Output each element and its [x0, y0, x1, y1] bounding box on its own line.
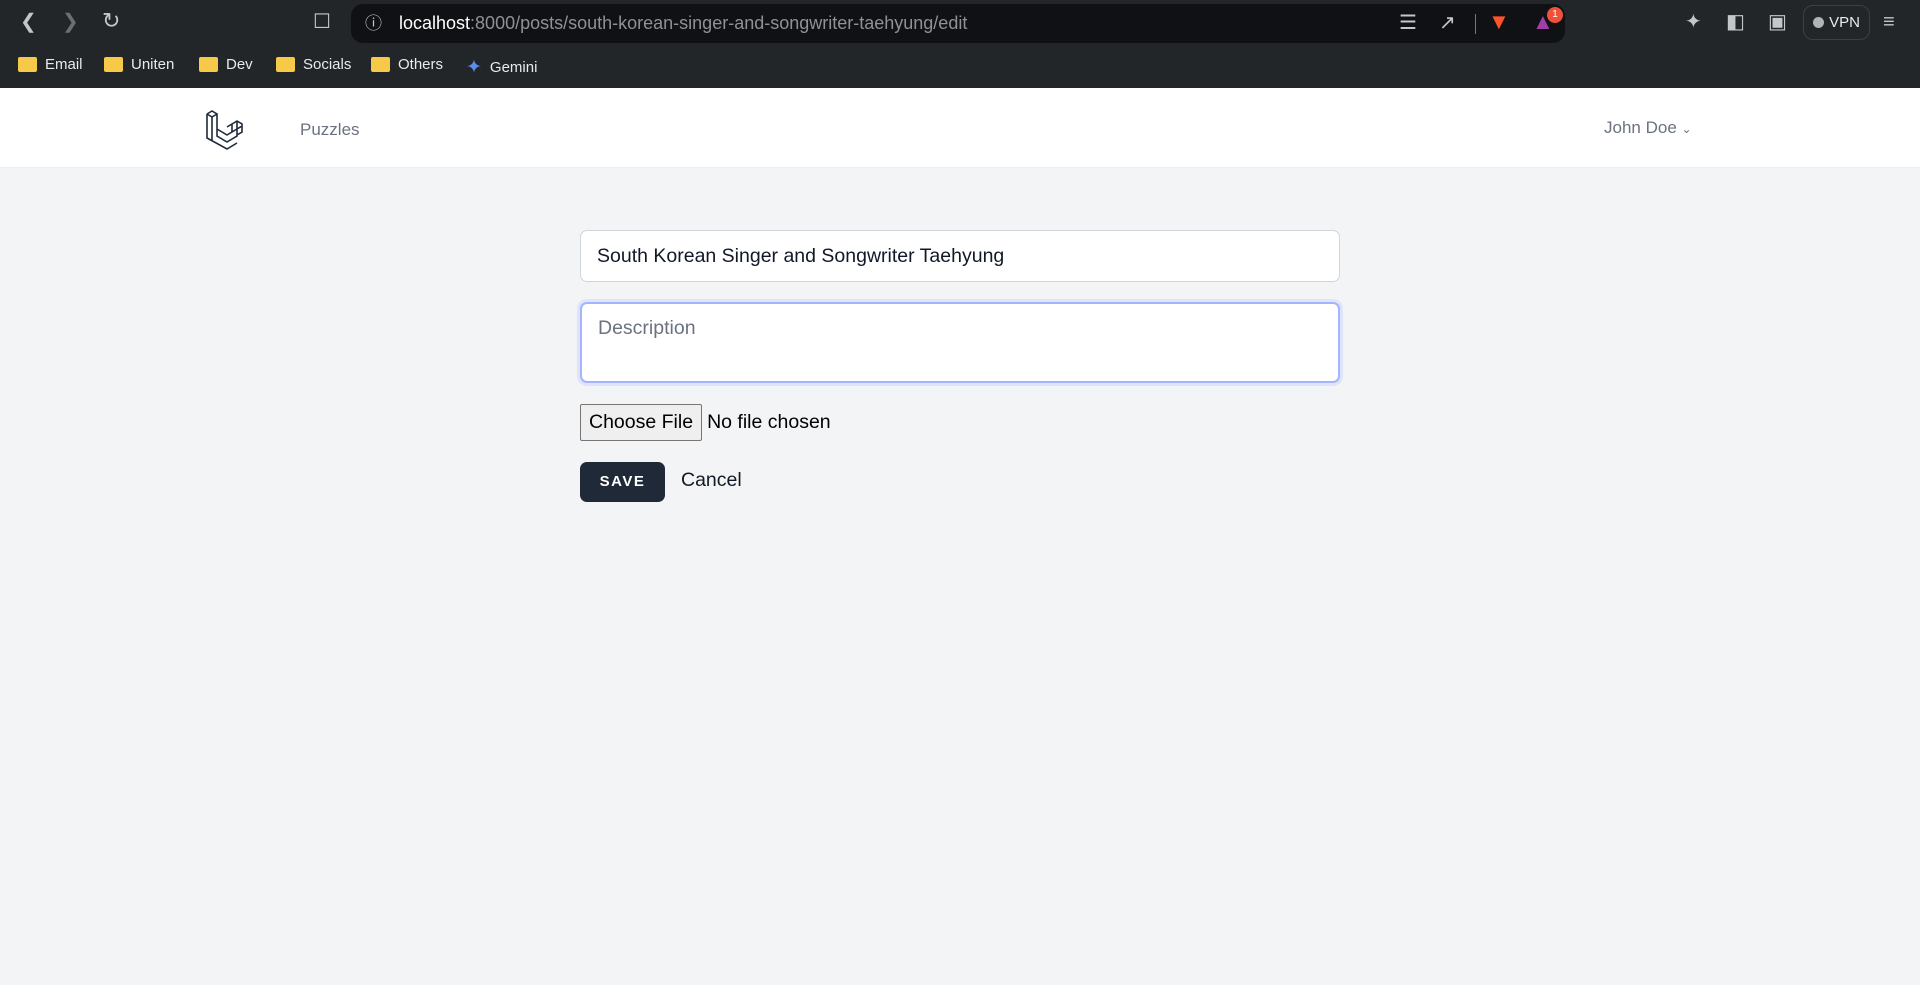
bookmark-gemini[interactable]: ✦ Gemini: [466, 56, 537, 79]
folder-icon: [104, 57, 123, 72]
forward-icon[interactable]: ❯: [62, 12, 79, 32]
description-textarea[interactable]: Description: [580, 302, 1340, 383]
reload-icon[interactable]: ↻: [102, 10, 120, 32]
bookmark-label: Email: [45, 56, 83, 73]
url-path: :8000/posts/south-korean-singer-and-song…: [470, 13, 968, 33]
folder-icon: [371, 57, 390, 72]
chevron-down-icon: ⌄: [1681, 122, 1692, 136]
vpn-button[interactable]: VPN: [1803, 5, 1870, 40]
user-name: John Doe: [1604, 118, 1677, 137]
menu-icon[interactable]: ≡: [1883, 12, 1895, 32]
folder-icon: [276, 57, 295, 72]
extensions-icon[interactable]: ✦: [1685, 12, 1702, 32]
bookmark-label: Socials: [303, 56, 352, 73]
bookmark-label: Others: [398, 56, 444, 73]
sidebar-icon[interactable]: ◧: [1726, 12, 1745, 32]
folder-icon: [199, 57, 218, 72]
vpn-status-icon: [1813, 17, 1825, 28]
browser-chrome: ❮ ❯ ↻ ☐ ⓘ localhost:8000/posts/south-kor…: [0, 0, 1920, 88]
back-icon[interactable]: ❮: [20, 12, 37, 32]
nav-link-puzzles[interactable]: Puzzles: [300, 120, 360, 140]
url-text: localhost:8000/posts/south-korean-singer…: [399, 13, 967, 34]
gemini-icon: ✦: [466, 57, 482, 78]
share-icon[interactable]: ↗: [1439, 13, 1456, 33]
laravel-logo[interactable]: [204, 110, 244, 150]
bookmark-email[interactable]: Email: [18, 56, 83, 73]
bookmark-icon[interactable]: ☐: [313, 12, 331, 32]
cancel-link[interactable]: Cancel: [681, 469, 742, 492]
bookmark-socials[interactable]: Socials: [276, 56, 351, 73]
user-menu[interactable]: John Doe ⌄: [1604, 118, 1692, 138]
title-input[interactable]: South Korean Singer and Songwriter Taehy…: [580, 230, 1340, 282]
address-bar[interactable]: ⓘ localhost:8000/posts/south-korean-sing…: [351, 4, 1565, 43]
bookmark-label: Uniten: [131, 56, 175, 73]
vpn-label: VPN: [1829, 14, 1860, 31]
brave-shields-icon[interactable]: ▼: [1488, 11, 1510, 33]
bookmark-others[interactable]: Others: [371, 56, 443, 73]
file-status: No file chosen: [707, 411, 831, 433]
save-button[interactable]: SAVE: [580, 462, 665, 502]
app-navbar: Puzzles John Doe ⌄: [0, 88, 1920, 168]
choose-file-button[interactable]: Choose File: [580, 404, 703, 441]
wallet-icon[interactable]: ▣: [1768, 12, 1787, 32]
bookmark-dev[interactable]: Dev: [199, 56, 253, 73]
bookmark-label: Gemini: [489, 59, 538, 76]
bookmark-label: Dev: [226, 56, 253, 73]
file-input[interactable]: Choose File No file chosen: [580, 404, 831, 441]
bookmark-uniten[interactable]: Uniten: [104, 56, 174, 73]
url-host: localhost: [399, 13, 471, 33]
reader-mode-icon[interactable]: ☰: [1399, 13, 1417, 33]
folder-icon: [18, 57, 37, 72]
site-info-icon[interactable]: ⓘ: [365, 14, 382, 34]
notification-badge: 1: [1547, 7, 1563, 23]
